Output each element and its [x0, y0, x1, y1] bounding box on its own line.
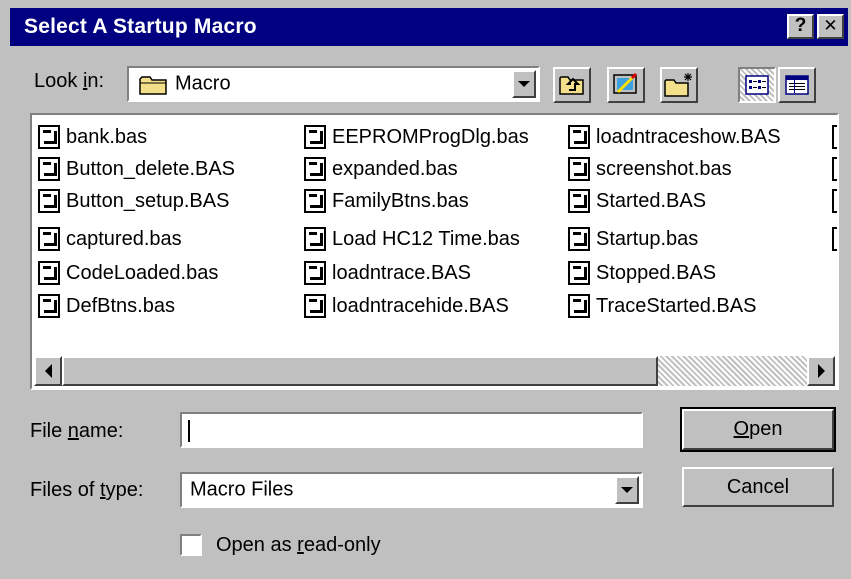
scroll-left-button[interactable] — [34, 356, 62, 386]
list-item[interactable]: bank.bas — [38, 121, 147, 153]
macro-file-icon — [304, 189, 326, 213]
macro-file-icon — [304, 261, 326, 285]
scrollbar-thumb[interactable] — [62, 356, 658, 386]
macro-file-icon — [304, 157, 326, 181]
macro-file-icon — [38, 157, 60, 181]
horizontal-scrollbar[interactable] — [34, 356, 835, 386]
file-list[interactable]: bank.bas Button_delete.BAS Button_setup.… — [30, 113, 839, 390]
scroll-right-button[interactable] — [807, 356, 835, 386]
text-caret — [188, 420, 190, 442]
look-in-label: Look in: — [34, 70, 105, 92]
macro-file-icon — [568, 227, 590, 251]
macro-file-icon — [568, 261, 590, 285]
details-view-icon — [785, 75, 809, 95]
file-name-field[interactable] — [180, 412, 643, 448]
macro-file-icon — [568, 157, 590, 181]
desktop-icon — [613, 72, 638, 94]
list-item[interactable]: captured.bas — [38, 223, 182, 255]
macro-file-icon — [38, 261, 60, 285]
details-view-button[interactable] — [778, 67, 816, 103]
look-in-value: Macro — [175, 72, 231, 95]
scrollbar-track[interactable] — [658, 356, 807, 386]
up-one-level-icon — [559, 76, 584, 95]
up-one-level-button[interactable] — [553, 67, 591, 103]
select-startup-macro-dialog: Select A Startup Macro ? ✕ Look in: Macr… — [0, 0, 851, 579]
files-of-type-label: Files of type: — [30, 479, 144, 501]
chevron-down-icon — [621, 487, 633, 493]
files-of-type-value: Macro Files — [190, 478, 294, 501]
macro-file-icon — [304, 294, 326, 318]
list-item[interactable]: loadntrace.BAS — [304, 257, 471, 289]
macro-file-icon — [38, 125, 60, 149]
list-item[interactable]: FamilyBtns.bas — [304, 185, 469, 217]
cancel-button[interactable]: Cancel — [682, 467, 834, 507]
chevron-down-icon — [518, 81, 530, 87]
new-folder-button[interactable] — [660, 67, 698, 103]
list-item[interactable]: CodeLoaded.bas — [38, 257, 218, 289]
macro-file-icon — [832, 227, 837, 251]
list-item[interactable]: Stopped.BAS — [568, 257, 716, 289]
list-item[interactable]: EEPROMProgDlg.bas — [304, 121, 529, 153]
desktop-button[interactable] — [607, 67, 645, 103]
folder-icon — [139, 74, 169, 95]
read-only-label[interactable]: Open as read-only — [216, 534, 381, 557]
macro-file-icon — [304, 227, 326, 251]
list-item[interactable]: Button_delete.BAS — [38, 153, 235, 185]
macro-file-icon — [304, 125, 326, 149]
list-item[interactable]: loadntraceshow.BAS — [568, 121, 781, 153]
list-view-button[interactable] — [738, 67, 776, 103]
list-item[interactable] — [832, 121, 837, 153]
list-item[interactable]: Started.BAS — [568, 185, 706, 217]
file-name-label: File name: — [30, 420, 124, 442]
list-item[interactable]: Button_setup.BAS — [38, 185, 229, 217]
macro-file-icon — [38, 294, 60, 318]
files-of-type-select[interactable]: Macro Files — [180, 472, 643, 508]
list-item[interactable] — [832, 223, 837, 255]
read-only-checkbox[interactable] — [180, 534, 202, 556]
look-in-combo[interactable]: Macro — [127, 66, 540, 102]
list-item[interactable]: Startup.bas — [568, 223, 698, 255]
list-item[interactable]: Load HC12 Time.bas — [304, 223, 520, 255]
open-button[interactable]: Open — [680, 407, 836, 452]
title-bar[interactable]: Select A Startup Macro ? ✕ — [10, 8, 848, 46]
look-in-dropdown-button[interactable] — [512, 70, 536, 98]
files-of-type-dropdown-button[interactable] — [615, 476, 639, 504]
list-view-icon — [745, 75, 769, 95]
list-item[interactable] — [832, 185, 837, 217]
macro-file-icon — [832, 125, 837, 149]
list-item[interactable]: TraceStarted.BAS — [568, 290, 756, 322]
macro-file-icon — [568, 294, 590, 318]
macro-file-icon — [38, 227, 60, 251]
list-item[interactable] — [832, 153, 837, 185]
macro-file-icon — [568, 125, 590, 149]
macro-file-icon — [832, 157, 837, 181]
list-item[interactable]: DefBtns.bas — [38, 290, 175, 322]
list-item[interactable]: expanded.bas — [304, 153, 458, 185]
arrow-left-icon — [44, 364, 52, 378]
macro-file-icon — [38, 189, 60, 213]
new-folder-icon — [664, 73, 692, 97]
macro-file-icon — [568, 189, 590, 213]
list-item[interactable]: screenshot.bas — [568, 153, 732, 185]
window-title: Select A Startup Macro — [24, 15, 257, 38]
close-button[interactable]: ✕ — [817, 14, 844, 39]
arrow-right-icon — [817, 364, 825, 378]
macro-file-icon — [832, 189, 837, 213]
help-button[interactable]: ? — [787, 14, 814, 39]
list-item[interactable]: loadntracehide.BAS — [304, 290, 509, 322]
